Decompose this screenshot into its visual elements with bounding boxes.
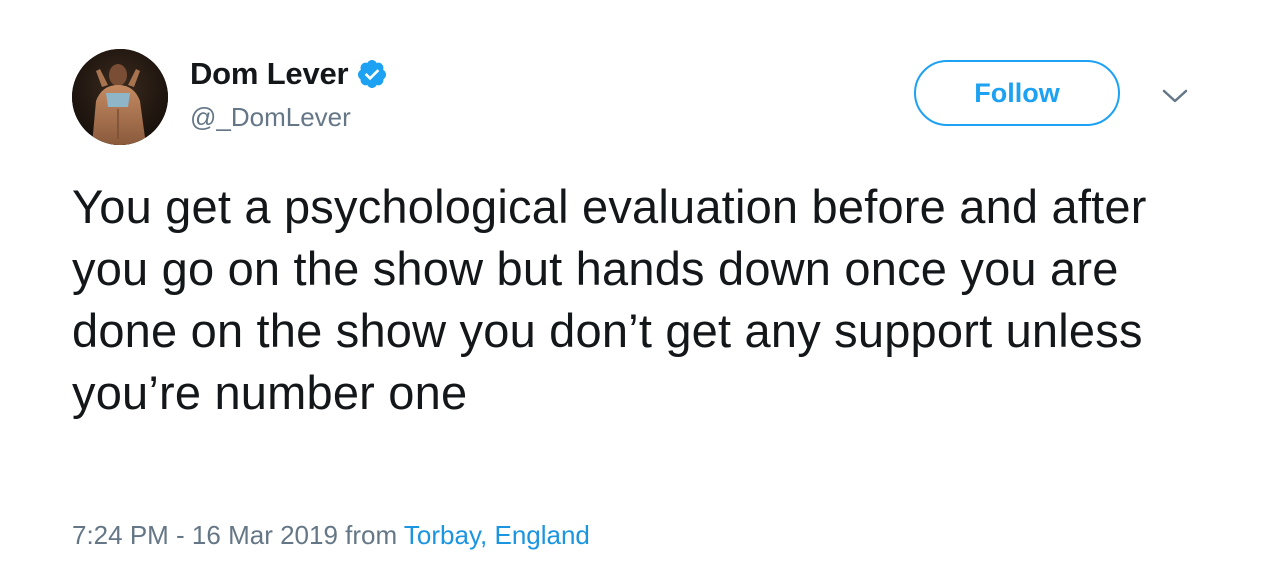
verified-badge-icon (356, 58, 388, 90)
tweet-timestamp[interactable]: 7:24 PM - 16 Mar 2019 (72, 520, 338, 550)
profile-photo-icon (72, 49, 168, 145)
user-handle[interactable]: @_DomLever (190, 102, 388, 133)
avatar[interactable] (72, 49, 168, 145)
name-row: Dom Lever (190, 54, 388, 94)
from-label: from (345, 520, 398, 550)
location-link[interactable]: Torbay, England (404, 520, 590, 550)
tweet-author[interactable]: Dom Lever @_DomLever (190, 54, 388, 133)
chevron-down-icon[interactable] (1160, 84, 1190, 108)
tweet-metadata: 7:24 PM - 16 Mar 2019 from Torbay, Engla… (72, 520, 590, 551)
follow-button[interactable]: Follow (914, 60, 1120, 126)
tweet-text: You get a psychological evaluation befor… (72, 180, 1147, 419)
display-name[interactable]: Dom Lever (190, 56, 349, 92)
